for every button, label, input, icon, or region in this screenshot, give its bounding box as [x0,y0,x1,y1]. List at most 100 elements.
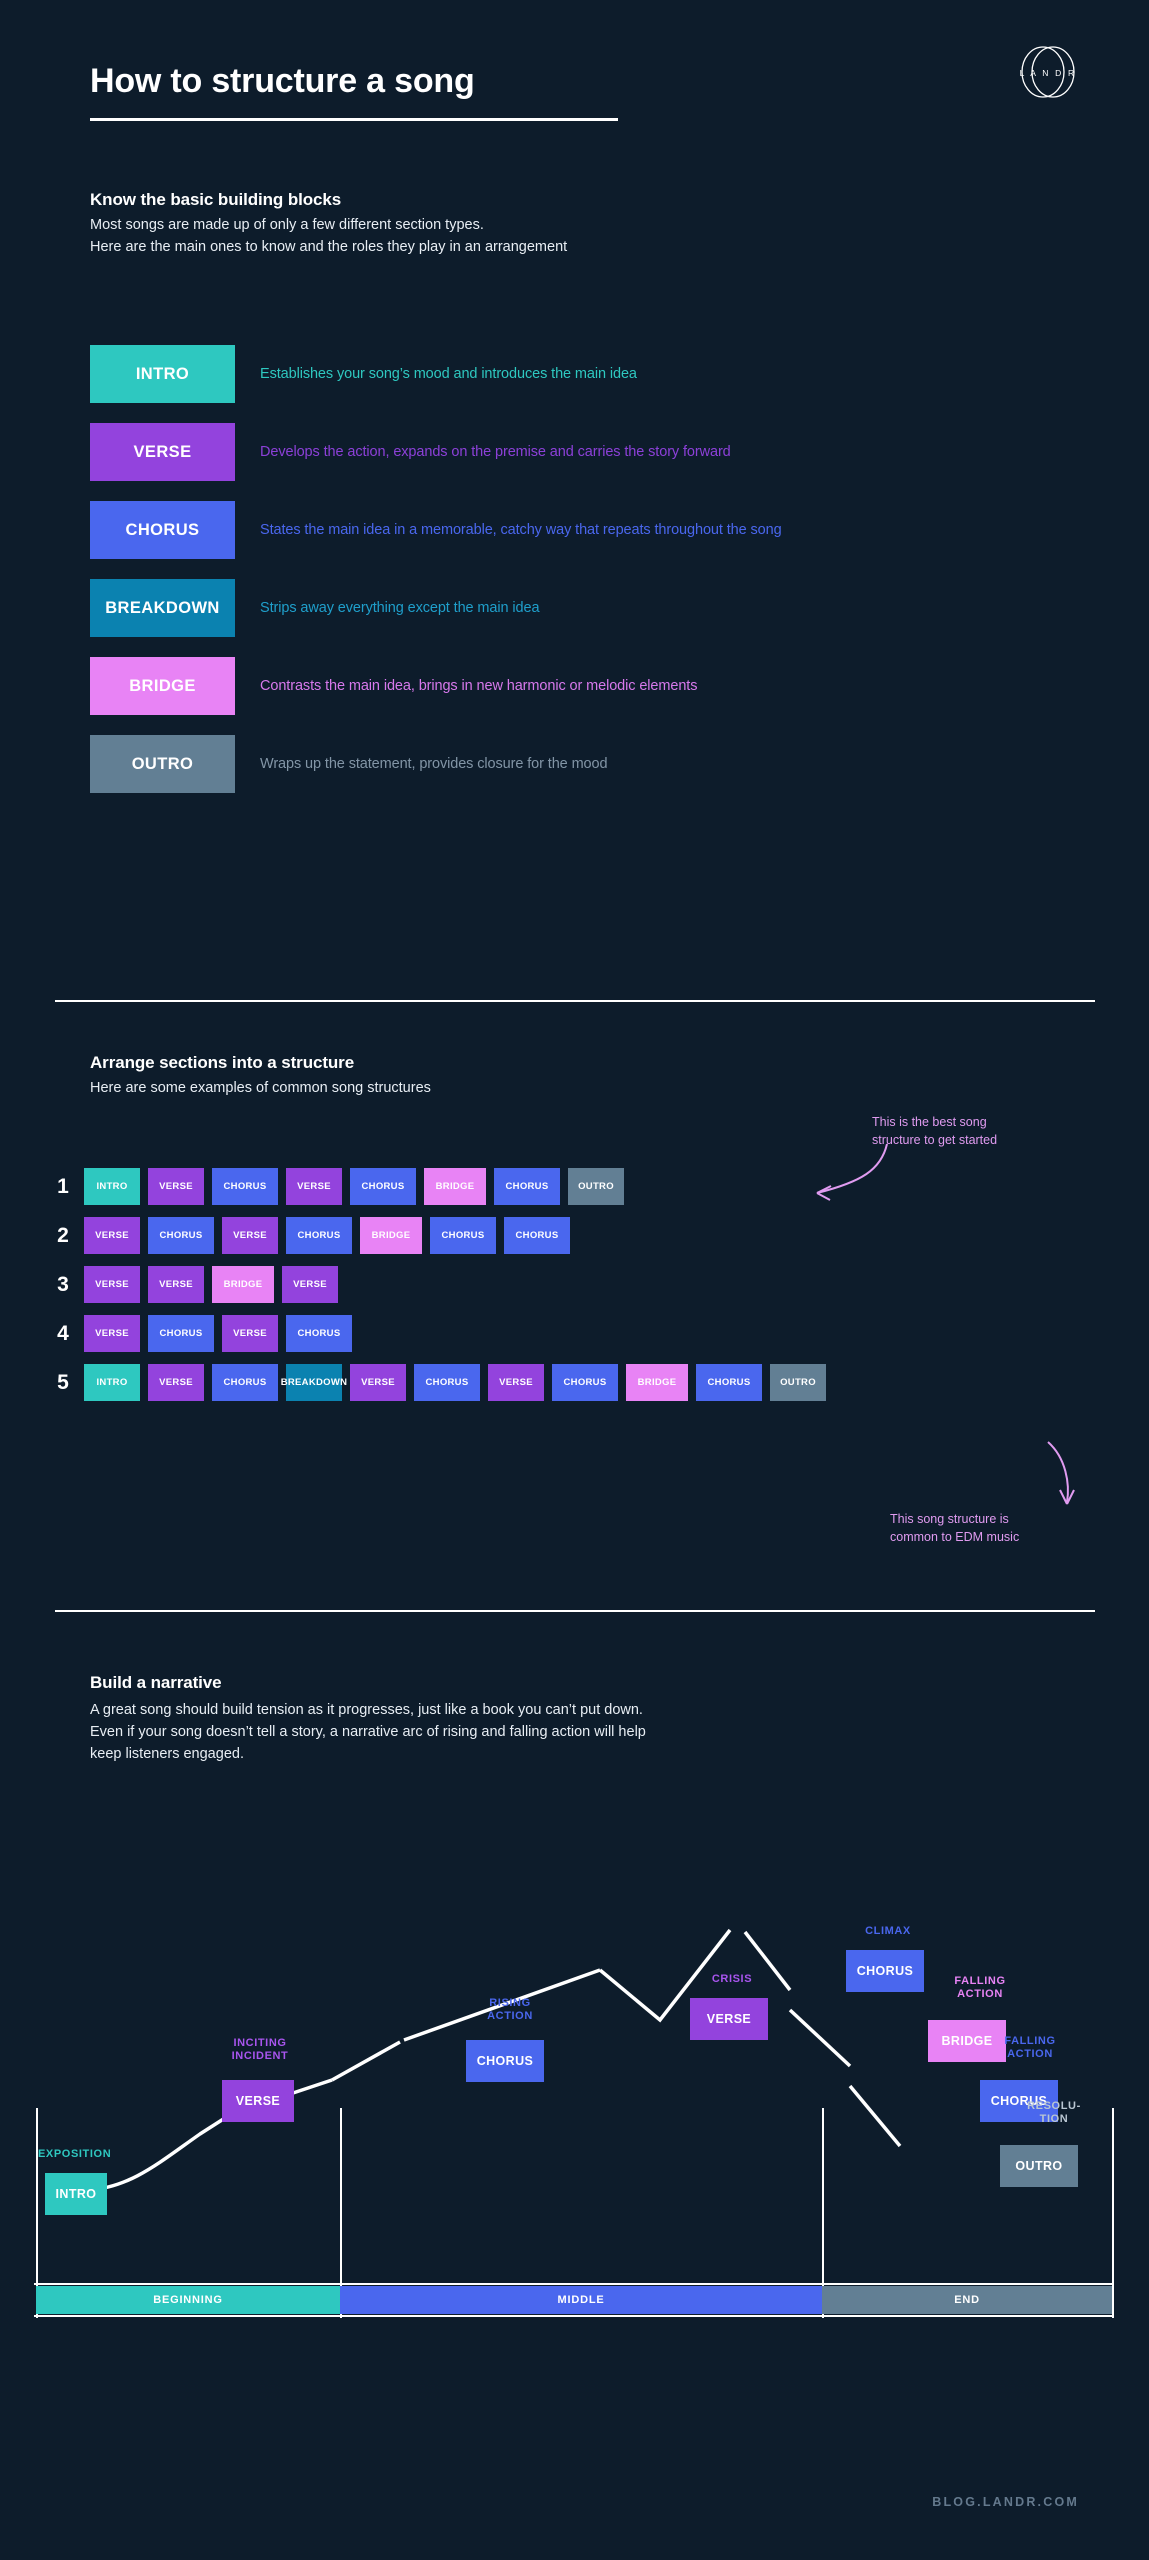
arc-node-chorus: CHORUS [846,1950,924,1992]
structure-row-number: 1 [57,1174,69,1198]
title-underline [90,118,618,121]
page-title: How to structure a song [90,62,475,100]
structure-block-label: VERSE [95,1279,129,1290]
structure-block-label: VERSE [159,1181,193,1192]
structure-block-intro: INTRO [84,1168,140,1205]
structure-block-label: BREAK [280,1377,316,1388]
annotation-edm-structure: This song structure is common to EDM mus… [890,1510,1090,1546]
section1-heading: Know the basic building blocks [90,190,342,209]
structure-block-label: CHORUS [159,1328,203,1339]
structure-block-verse: VERSE [148,1364,204,1401]
structure-block-label: VERSE [297,1181,331,1192]
structure-block-label: BRIDGE [371,1230,411,1241]
structure-block-label: VERSE [499,1377,533,1388]
structure-block-chorus: CHORUS [414,1364,480,1401]
structure-block-label: CHORUS [707,1377,751,1388]
structure-block-label: CHORUS [563,1377,607,1388]
block-chip-intro: INTRO [90,345,235,403]
structure-block-label: INTRO [96,1181,128,1192]
arc-node-verse: VERSE [690,1998,768,2040]
arc-node-label-line: FALLING [954,1975,1006,1987]
structure-block-verse: VERSE [350,1364,406,1401]
structure-block-label: CHORUS [159,1230,203,1241]
building-block-row: OUTRO Wraps up the statement, provides cl… [90,735,1070,793]
structure-block-intro: INTRO [84,1364,140,1401]
structure-block-label: VERSE [159,1279,193,1290]
structure-block-label: CHORUS [441,1230,485,1241]
structure-block-chorus: CHORUS [212,1168,278,1205]
block-description: States the main idea in a memorable, cat… [260,522,782,538]
arc-node-intro: INTRO [45,2173,107,2215]
block-chip-label: OUTRO [131,754,194,773]
arc-node-label-line: INCIDENT [231,2050,289,2062]
structure-block-label: CHORUS [361,1181,405,1192]
arc-node-label-line: FALLING [1004,2035,1056,2047]
structure-block-label: BRIDGE [435,1181,475,1192]
structure-block-label: CHORUS [297,1230,341,1241]
block-chip-break-down: BREAK DOWN [90,579,235,637]
section1-sub-line1: Most songs are made up of only a few dif… [90,217,484,233]
structure-block-chorus: CHORUS [696,1364,762,1401]
block-description: Contrasts the main idea, brings in new h… [260,678,698,694]
structure-block-label: CHORUS [223,1181,267,1192]
arc-node-label-line: EXPOSITION [38,2148,112,2160]
structure-block-chorus: CHORUS [286,1315,352,1352]
arc-node-label-line: ACTION [1007,2048,1053,2060]
structure-block-bridge: BRIDGE [626,1364,688,1401]
arc-node-label: FALLING ACTION [930,1975,1030,2001]
structure-block-verse: VERSE [222,1217,278,1254]
annotation-best-structure-line1: This is the best song [872,1115,987,1129]
section3-sub-line1: A great song should build tension as it … [90,1702,643,1718]
structure-block-chorus: CHORUS [148,1217,214,1254]
structure-block-verse: VERSE [286,1168,342,1205]
structure-block-chorus: CHORUS [148,1315,214,1352]
section3-heading: Build a narrative [90,1673,222,1692]
block-chip-label: VERSE [133,442,192,461]
structure-block-chorus: CHORUS [494,1168,560,1205]
block-description: Establishes your song’s mood and introdu… [260,366,637,382]
block-chip-chorus: CHORUS [90,501,235,559]
block-chip-label: CHORUS [125,520,200,539]
narrative-arc-diagram: EXPOSITION INTRO INCITING INCIDENT VERSE RISI… [0,1790,1149,2470]
block-chip-bridge: BRIDGE [90,657,235,715]
arc-node-label-line: CLIMAX [865,1925,911,1937]
arc-node-label-line: RISING [489,1997,531,2009]
arc-node-verse: VERSE [222,2080,294,2122]
block-description: Wraps up the statement, provides closure… [260,756,608,772]
structure-block-chorus: CHORUS [212,1364,278,1401]
structure-block-verse: VERSE [148,1266,204,1303]
structure-block-bridge: BRIDGE [424,1168,486,1205]
structure-block-verse: VERSE [84,1315,140,1352]
divider-1 [55,1000,1095,1002]
structure-row-number: 2 [57,1223,69,1247]
block-chip-label: DOWN [165,598,220,617]
structure-row-number: 4 [57,1321,69,1345]
structure-block-chorus: CHORUS [350,1168,416,1205]
structure-block-verse: VERSE [282,1266,338,1303]
arrow-to-row1 [816,1143,888,1201]
structure-block-label: CHORUS [297,1328,341,1339]
structure-row-number: 5 [57,1370,69,1394]
building-block-row: BREAK DOWN Strips away everything except t… [90,579,1070,637]
arc-node-label-line: ACTION [957,1988,1003,2000]
block-description: Strips away everything except the main i… [260,600,540,616]
block-chip-verse: VERSE [90,423,235,481]
annotation-edm-line1: This song structure is [890,1512,1009,1526]
arc-node-label-line: TION [1039,2113,1069,2125]
structure-block-label: VERSE [293,1279,327,1290]
structure-block-outro: OUTRO [770,1364,826,1401]
landr-logo: L A N D R [1019,43,1077,101]
structure-block-verse: VERSE [488,1364,544,1401]
arc-node-label: RISING ACTION [460,1997,560,2023]
annotation-best-structure-line2: structure to get started [872,1133,998,1147]
structure-block-label: VERSE [361,1377,395,1388]
arrow-to-row5 [1047,1441,1075,1505]
header: How to structure a song L A N D R [0,0,1149,180]
structure-block-label: VERSE [95,1328,129,1339]
structure-block-label: VERSE [95,1230,129,1241]
structure-block-verse: VERSE [84,1266,140,1303]
footer-url: BLOG.LANDR.COM [932,2495,1079,2509]
structure-block-bridge: BRIDGE [360,1217,422,1254]
section2-heading: Arrange sections into a structure [90,1053,355,1072]
section3-sub-line2: Even if your song doesn’t tell a story, … [90,1724,646,1740]
